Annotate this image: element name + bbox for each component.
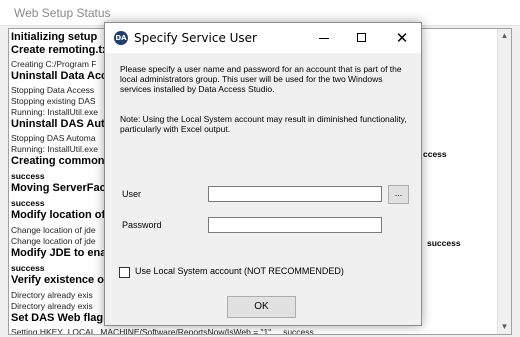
log-line: success (11, 171, 45, 181)
scroll-up-icon[interactable]: ▲ (498, 29, 511, 43)
log-status-text: success (427, 238, 461, 248)
specify-service-user-dialog: DA Specify Service User ✕ Please specify… (104, 22, 422, 326)
password-label: Password (122, 220, 162, 230)
log-line: Set DAS Web flag in (11, 312, 116, 324)
local-system-note: Note: Using the Local System account may… (120, 114, 407, 134)
dialog-title: Specify Service User (134, 31, 257, 45)
log-line: Stopping DAS Automa (11, 133, 96, 143)
log-line: Verify existence of (11, 274, 108, 286)
log-line: Modify location of J (11, 209, 115, 221)
log-line: Setting HKEY_LOCAL_MACHINE/Software/Repo… (11, 327, 314, 335)
log-line: Modify JDE to enabl (11, 247, 117, 259)
log-line: Running: InstallUtil.exe (11, 107, 98, 117)
log-line: Change location of jde (11, 236, 96, 246)
close-icon[interactable]: ✕ (383, 23, 421, 53)
log-line: Initializing setup (11, 31, 98, 43)
local-system-checkbox[interactable] (119, 267, 130, 278)
ok-button[interactable]: OK (227, 296, 296, 318)
log-line: Create remoting.txt (11, 44, 112, 56)
log-line: Stopping existing DAS (11, 96, 96, 106)
password-input[interactable] (208, 217, 382, 233)
log-line: Change location of jde (11, 225, 96, 235)
log-line: success (11, 263, 45, 273)
browse-user-button[interactable]: ... (388, 185, 409, 204)
local-system-label[interactable]: Use Local System account (NOT RECOMMENDE… (135, 266, 344, 276)
log-line: success (11, 198, 45, 208)
user-label: User (122, 189, 142, 199)
log-scrollbar[interactable]: ▲ ▼ (497, 29, 511, 334)
log-line: Stopping Data Access (11, 85, 95, 95)
maximize-icon[interactable] (343, 23, 381, 53)
log-line: Uninstall Data Acce (11, 70, 114, 82)
log-line: Creating C:/Program F (11, 59, 97, 69)
minimize-icon[interactable] (305, 23, 343, 53)
dialog-titlebar[interactable]: DA Specify Service User ✕ (105, 23, 421, 53)
log-line: Running: InstallUtil.exe (11, 144, 98, 154)
log-line: Directory already exis (11, 301, 93, 311)
scroll-down-icon[interactable]: ▼ (498, 320, 511, 334)
log-line: Moving ServerFacto (11, 182, 117, 194)
log-line: Creating common a (11, 155, 114, 167)
log-line: Directory already exis (11, 290, 93, 300)
dialog-description: Please specify a user name and password … (120, 64, 402, 94)
log-status-text: ccess (423, 149, 447, 159)
app-logo-icon: DA (114, 31, 128, 45)
user-input[interactable] (208, 186, 382, 202)
